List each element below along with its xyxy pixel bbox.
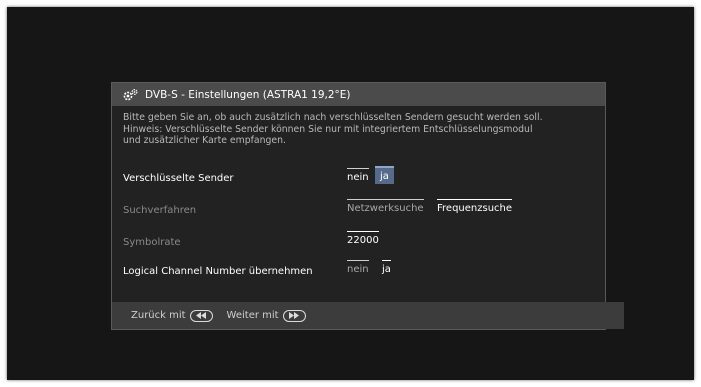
dialog-header: DVB-S - Einstellungen (ASTRA1 19,2°E) xyxy=(112,83,605,106)
hint-line-2: Hinweis: Verschlüsselte Sender können Si… xyxy=(123,123,533,135)
encrypted-channels-label: Verschlüsselte Sender xyxy=(123,173,234,184)
hint-line-1: Bitte geben Sie an, ob auch zusätzlich n… xyxy=(123,112,543,123)
search-method-frequency[interactable]: Frequenzsuche xyxy=(437,199,513,214)
symbol-rate-label: Symbolrate xyxy=(123,237,181,248)
tv-screen: DVB-S - Einstellungen (ASTRA1 19,2°E) Bi… xyxy=(7,7,694,380)
search-method-network[interactable]: Netzwerksuche xyxy=(347,199,424,214)
lcn-option-yes[interactable]: ja xyxy=(382,260,391,275)
fast-forward-icon xyxy=(282,309,306,322)
hint-line-3: und zusätzlicher Karte empfangen. xyxy=(123,135,286,146)
encrypted-option-yes[interactable]: ja xyxy=(375,166,394,184)
lcn-label: Logical Channel Number übernehmen xyxy=(123,266,313,277)
search-method-label: Suchverfahren xyxy=(123,205,197,216)
next-hint[interactable]: Weiter mit xyxy=(226,309,306,322)
back-label: Zurück mit xyxy=(131,310,186,321)
rewind-icon xyxy=(189,309,213,322)
next-label: Weiter mit xyxy=(226,310,279,321)
encrypted-option-no[interactable]: nein xyxy=(347,168,369,183)
symbol-rate-value[interactable]: 22000 xyxy=(347,231,379,246)
lcn-option-no[interactable]: nein xyxy=(347,260,369,275)
dialog-footer: Zurück mit Weiter mit xyxy=(112,302,624,329)
dvbs-settings-dialog: DVB-S - Einstellungen (ASTRA1 19,2°E) Bi… xyxy=(111,82,624,330)
back-hint[interactable]: Zurück mit xyxy=(131,309,213,322)
gear-icon xyxy=(122,88,140,102)
dialog-title: DVB-S - Einstellungen (ASTRA1 19,2°E) xyxy=(145,88,351,101)
hint-text: Bitte geben Sie an, ob auch zusätzlich n… xyxy=(123,112,593,147)
